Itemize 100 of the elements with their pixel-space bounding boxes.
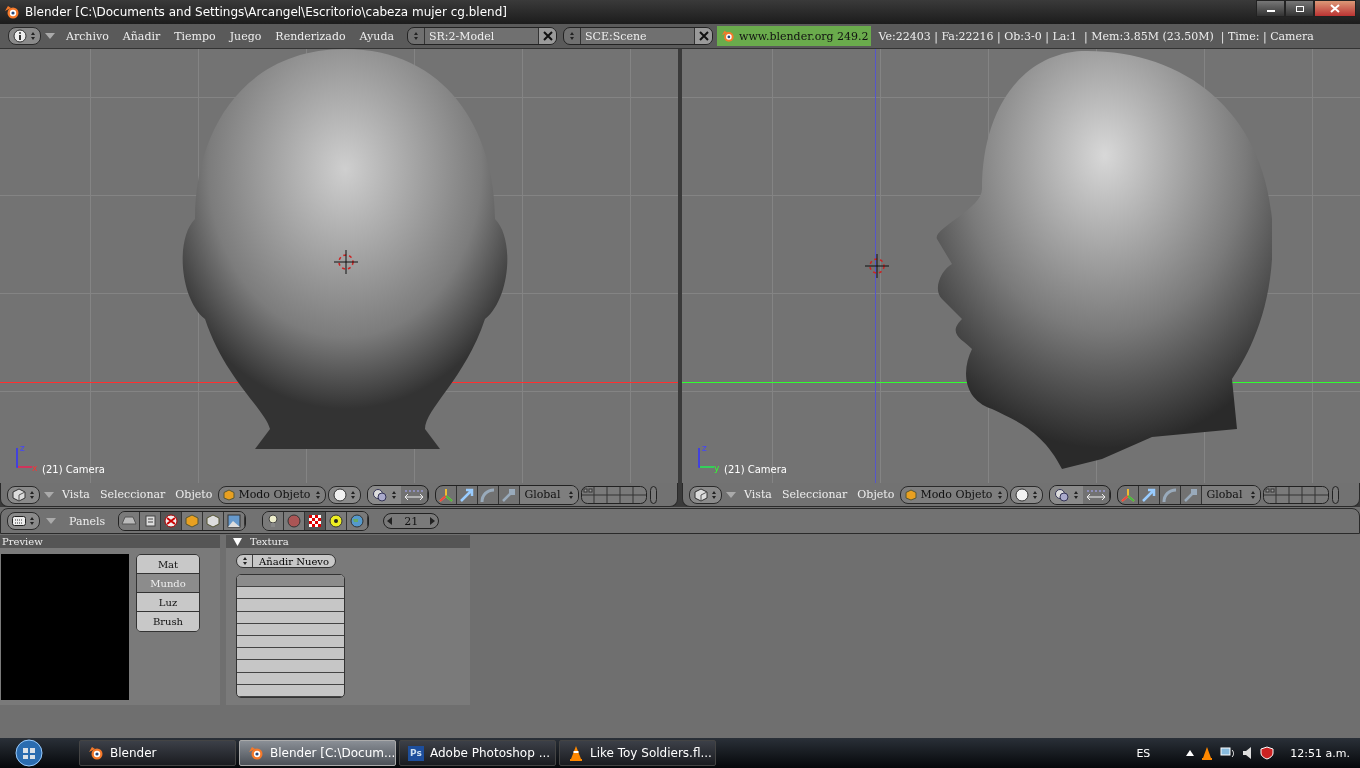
pivot-dropdown[interactable] (368, 485, 402, 504)
up-down-arrows-icon (711, 489, 717, 500)
menu-item[interactable]: Tiempo (167, 29, 223, 43)
rotate-curve-icon[interactable] (1160, 485, 1182, 504)
up-down-arrows-icon (413, 31, 419, 41)
blender-logo-icon (248, 745, 264, 761)
menu-item[interactable]: Añadir (115, 29, 168, 43)
menu-item[interactable]: Panels (62, 514, 113, 528)
keyboard-icon (12, 515, 26, 527)
sphere-icon (333, 487, 348, 502)
texture-slot-list[interactable] (236, 574, 345, 698)
mode-dropdown[interactable]: Modo Objeto (900, 485, 1009, 504)
axis-gizmo-icon (696, 447, 716, 469)
edit-cube-icon[interactable] (203, 512, 225, 530)
task-label: Blender [C:\Docum... (270, 746, 396, 760)
traffic-cone-icon[interactable] (1200, 746, 1215, 760)
object-cube-icon[interactable] (182, 512, 204, 530)
cube-icon (12, 487, 26, 502)
info-window-button[interactable] (8, 27, 41, 45)
lamp-icon[interactable] (263, 512, 285, 530)
menu-item[interactable]: Objeto (171, 488, 217, 501)
blender-logo-icon (721, 29, 735, 43)
up-down-arrows-icon (1032, 489, 1039, 500)
cube-icon (905, 488, 918, 501)
editor-type-button[interactable] (7, 512, 40, 530)
world-globe-icon[interactable] (347, 512, 369, 530)
menu-item[interactable]: Objeto (853, 488, 899, 501)
sphere-icon (1015, 487, 1030, 502)
dropdown-value: Modo Objeto (238, 488, 312, 501)
radiation-icon[interactable] (326, 512, 348, 530)
up-down-arrows-icon (30, 31, 36, 41)
collapse-triangle-icon[interactable] (233, 537, 242, 546)
field-value: 21 (404, 514, 419, 528)
menu-item[interactable]: Juego (222, 29, 269, 43)
checker-texture-icon[interactable] (305, 512, 327, 530)
maximize-button[interactable] (1285, 0, 1314, 17)
info-icon (13, 29, 27, 43)
taskbar-button[interactable]: Blender [C:\Docum... (239, 740, 396, 766)
dropdown-value: Modo Objeto (920, 488, 994, 501)
close-field-button[interactable] (538, 28, 556, 44)
right-arrow-icon[interactable] (430, 517, 436, 525)
maximize-icon (1294, 4, 1305, 13)
dropdown-value: Global (1206, 488, 1243, 501)
close-button[interactable] (1314, 0, 1356, 17)
menu-item[interactable]: Seleccionar (95, 488, 170, 501)
editor-type-button[interactable] (7, 485, 40, 504)
taskbar-button[interactable]: Blender (79, 740, 236, 766)
taskbar-button[interactable]: Like Toy Soldiers.fl... (559, 740, 716, 766)
menu-item[interactable]: Renderizado (268, 29, 353, 43)
add-new-button[interactable]: Añadir Nuevo (236, 554, 336, 568)
up-down-arrows-icon (391, 489, 398, 500)
orientation-dropdown[interactable]: Global (1202, 485, 1261, 504)
shading-dropdown[interactable] (1010, 485, 1044, 504)
minimize-button[interactable] (1256, 0, 1285, 17)
preview-tab[interactable]: Brush (137, 612, 199, 631)
up-down-arrows-icon (29, 516, 35, 526)
close-icon (1330, 4, 1340, 13)
menu-item[interactable]: Vista (740, 488, 776, 501)
network-icon[interactable] (1220, 746, 1237, 760)
windows-orb-icon (15, 739, 43, 767)
preview-tab[interactable]: Mat (137, 555, 199, 574)
menu-item[interactable]: Seleccionar (777, 488, 852, 501)
layer-buttons-icon[interactable] (581, 485, 658, 504)
image-scene-icon[interactable] (224, 512, 246, 530)
shading-ball-icon[interactable] (161, 512, 183, 530)
preview-tab[interactable]: Mundo (137, 574, 199, 593)
pivot-icon (372, 487, 389, 502)
script-icon[interactable] (140, 512, 162, 530)
clock[interactable]: 12:51 a.m. (1290, 746, 1350, 760)
menu-item[interactable]: Ayuda (352, 29, 401, 43)
task-label: Adobe Photoshop ... (430, 746, 551, 760)
scene-field[interactable]: SCE:Scene (563, 27, 713, 45)
shading-dropdown[interactable] (328, 485, 362, 504)
axis-label: y (714, 463, 720, 473)
close-field-button[interactable] (694, 28, 712, 44)
viewport-label: (21) Camera (724, 464, 787, 475)
left-arrow-icon[interactable] (387, 517, 393, 525)
layer-buttons-icon[interactable] (1263, 485, 1340, 504)
rotate-curve-icon[interactable] (478, 485, 500, 504)
up-down-arrows-icon (568, 489, 575, 500)
viewport-label: (21) Camera (42, 464, 105, 475)
editor-type-button[interactable] (689, 485, 722, 504)
preview-tab[interactable]: Luz (137, 593, 199, 612)
close-icon (542, 31, 553, 41)
dropdown-value: Global (524, 488, 561, 501)
pivot-dropdown[interactable] (1050, 485, 1084, 504)
orientation-dropdown[interactable]: Global (520, 485, 579, 504)
menu-item[interactable]: Vista (58, 488, 94, 501)
up-down-arrows-icon (997, 489, 1004, 500)
mode-dropdown[interactable]: Modo Objeto (218, 485, 327, 504)
cube-icon (694, 487, 708, 502)
menu-item[interactable]: Archivo (59, 29, 116, 43)
screen-field[interactable]: SR:2-Model (407, 27, 557, 45)
shield-icon[interactable] (1260, 746, 1275, 760)
tray-expand-icon[interactable] (1186, 750, 1195, 756)
frame-field[interactable]: 21 (383, 513, 440, 529)
blender-logo-icon (88, 745, 104, 761)
up-down-arrows-icon (29, 489, 35, 500)
taskbar-button[interactable]: Ps Adobe Photoshop ... (399, 740, 556, 766)
caret-icon[interactable] (45, 33, 55, 39)
